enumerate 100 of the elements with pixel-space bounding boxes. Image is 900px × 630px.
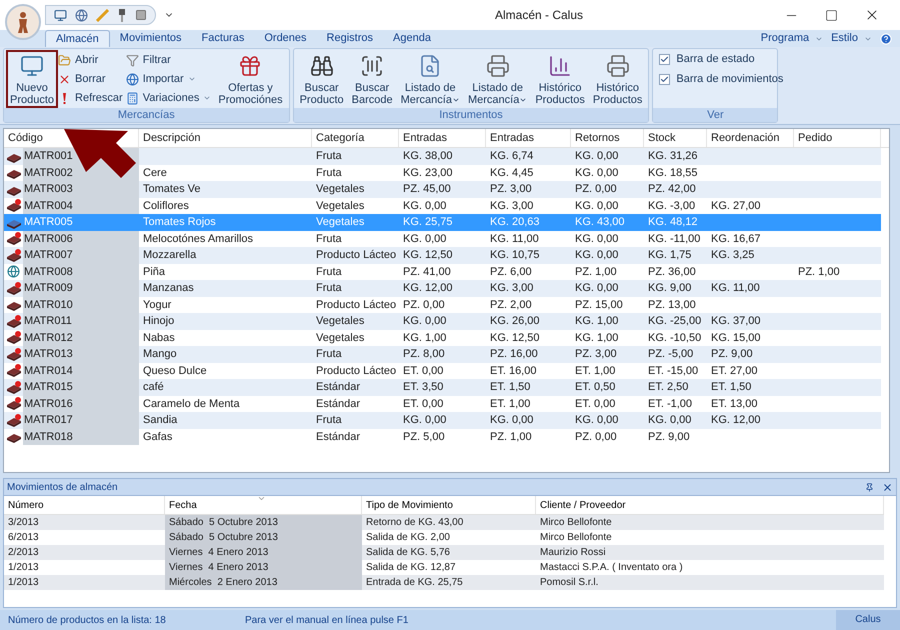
ribbon-button[interactable]: Nuevo Producto: [6, 50, 58, 108]
small-icon: [58, 54, 72, 66]
table-cell: 6/2013: [8, 532, 39, 543]
column-header[interactable]: Entradas: [490, 132, 534, 144]
table-cell: ET. -1,00: [648, 398, 692, 410]
ribbon-button[interactable]: Ofertas y Promociónes: [214, 50, 287, 108]
table-cell: Caramelo de Menta: [143, 398, 240, 410]
ribbon-tab[interactable]: Registros: [316, 30, 384, 47]
table-cell: Pomosil S.r.l.: [540, 577, 598, 588]
ribbon-button[interactable]: Histórico Productos: [531, 50, 589, 108]
table-cell: KG. 0,00: [403, 200, 446, 212]
code-cell: MATR008: [23, 264, 139, 280]
menu-dropdown[interactable]: Estilo: [831, 30, 872, 47]
small-icon: [126, 72, 139, 86]
ribbon-small-button[interactable]: Borrar: [58, 71, 123, 87]
table-cell: Salida de KG. 5,76: [366, 547, 450, 558]
ribbon-button[interactable]: Listado de Mercancía: [464, 50, 532, 108]
table-cell: PZ. 13,00: [648, 298, 696, 310]
table-cell: PZ. 3,00: [490, 183, 532, 195]
column-header[interactable]: Stock: [648, 132, 676, 144]
ribbon-small-button[interactable]: Abrir: [58, 52, 123, 68]
table-cell: KG. 9,00: [648, 282, 692, 294]
table-cell: Melocotónes Amarillos: [143, 232, 254, 244]
table-cell: Estándar: [316, 398, 360, 410]
table-cell: Mastacci S.P.A. ( Inventato ora ): [540, 562, 683, 573]
ribbon-small-button[interactable]: Filtrar: [126, 52, 212, 68]
globe-icon[interactable]: [75, 8, 88, 22]
table-cell: café: [143, 381, 164, 393]
group-label: Ver: [707, 109, 724, 121]
table-cell: ET. 1,00: [490, 398, 530, 410]
table-cell: Sábado 5 Octubre 2013: [169, 517, 278, 528]
table-cell: KG. 20,63: [490, 216, 540, 228]
ribbon-button[interactable]: Histórico Productos: [588, 50, 646, 108]
table-cell: PZ. 8,00: [403, 348, 445, 360]
ribbon-tab[interactable]: Movimientos: [110, 30, 192, 47]
column-header[interactable]: Fecha: [165, 496, 362, 514]
code-cell: MATR006: [23, 230, 139, 247]
table-cell: KG. 0,00: [575, 249, 618, 261]
small-icon: [126, 92, 139, 104]
table-cell: Yogur: [143, 298, 172, 310]
checkbox[interactable]: [659, 54, 670, 64]
table-cell: Fruta: [316, 282, 342, 294]
ribbon-button[interactable]: Listado de Mercancía: [396, 50, 464, 108]
code-cell: MATR018: [23, 428, 139, 445]
globe-icon: [7, 265, 20, 278]
computer-icon[interactable]: [54, 8, 67, 22]
checkbox-option[interactable]: Barra de movimientos: [659, 70, 784, 88]
table-cell: Queso Dulce: [143, 364, 207, 376]
maximize-icon[interactable]: [825, 8, 838, 22]
table-cell: ET. 1,00: [575, 364, 616, 376]
code-cell-text: MATR005: [23, 215, 74, 230]
table-cell: Nabas: [143, 332, 175, 344]
checkbox-option[interactable]: Barra de estado: [659, 50, 755, 68]
table-cell: KG. 0,00: [575, 200, 618, 212]
column-header[interactable]: Código: [8, 132, 43, 144]
table-cell: KG. 1,00: [403, 332, 446, 344]
menu-dropdown[interactable]: Programa: [760, 30, 824, 47]
ribbon-tab[interactable]: Ordenes: [254, 30, 317, 47]
code-cell: MATR013: [23, 346, 139, 362]
table-cell: Fruta: [316, 266, 342, 278]
table-cell: KG. 15,00: [711, 332, 761, 344]
table-cell: Miércoles 2 Enero 2013: [169, 577, 278, 588]
square-icon[interactable]: [135, 9, 147, 21]
table-cell: KG. 12,00: [711, 414, 761, 426]
table-cell: KG. 23,00: [403, 166, 453, 178]
ribbon-tab[interactable]: Almacén: [45, 30, 110, 47]
checkbox[interactable]: [659, 74, 670, 84]
close-icon[interactable]: [882, 482, 893, 492]
table-cell: PZ. 9,00: [648, 430, 690, 442]
table-cell: KG. 18,55: [648, 166, 698, 178]
pin-icon[interactable]: [117, 8, 127, 22]
column-header[interactable]: Categoría: [316, 132, 364, 144]
column-header[interactable]: Descripción: [143, 132, 200, 144]
table-cell: PZ. 0,00: [403, 298, 445, 310]
ribbon-small-button[interactable]: Refrescar: [58, 90, 123, 106]
check-icon: [660, 54, 670, 64]
table-cell: 1/2013: [8, 562, 39, 573]
ribbon-small-button[interactable]: Variaciones: [126, 90, 212, 106]
ribbon-button[interactable]: Buscar Barcode: [348, 50, 397, 108]
book-alert-icon: [6, 199, 22, 212]
pin-icon[interactable]: [865, 482, 874, 492]
column-header[interactable]: Número: [4, 496, 165, 514]
column-header[interactable]: Retornos: [575, 132, 620, 144]
table-cell: PZ. 5,00: [403, 430, 445, 442]
column-header[interactable]: Reordenación: [711, 132, 780, 144]
ribbon-small-button[interactable]: Importar: [126, 71, 212, 87]
status-panel: Calus: [836, 610, 900, 630]
column-header[interactable]: Entradas: [403, 132, 448, 144]
table-cell: Tomates Rojos: [143, 216, 216, 228]
column-header[interactable]: Tipo de Movimiento: [362, 496, 536, 514]
column-header[interactable]: Pedido: [798, 132, 832, 144]
help-icon[interactable]: [880, 32, 892, 44]
table-cell: Fruta: [316, 232, 342, 244]
column-header[interactable]: Cliente / Proveedor: [536, 496, 884, 514]
ribbon-button[interactable]: Buscar Producto: [296, 50, 348, 108]
book-alert-icon: [6, 248, 22, 262]
ribbon-tab[interactable]: Facturas: [192, 30, 254, 47]
table-cell: KG. 0,00: [648, 414, 692, 426]
table-cell: Maurizio Rossi: [540, 547, 606, 558]
ribbon-tab[interactable]: Agenda: [383, 30, 441, 47]
